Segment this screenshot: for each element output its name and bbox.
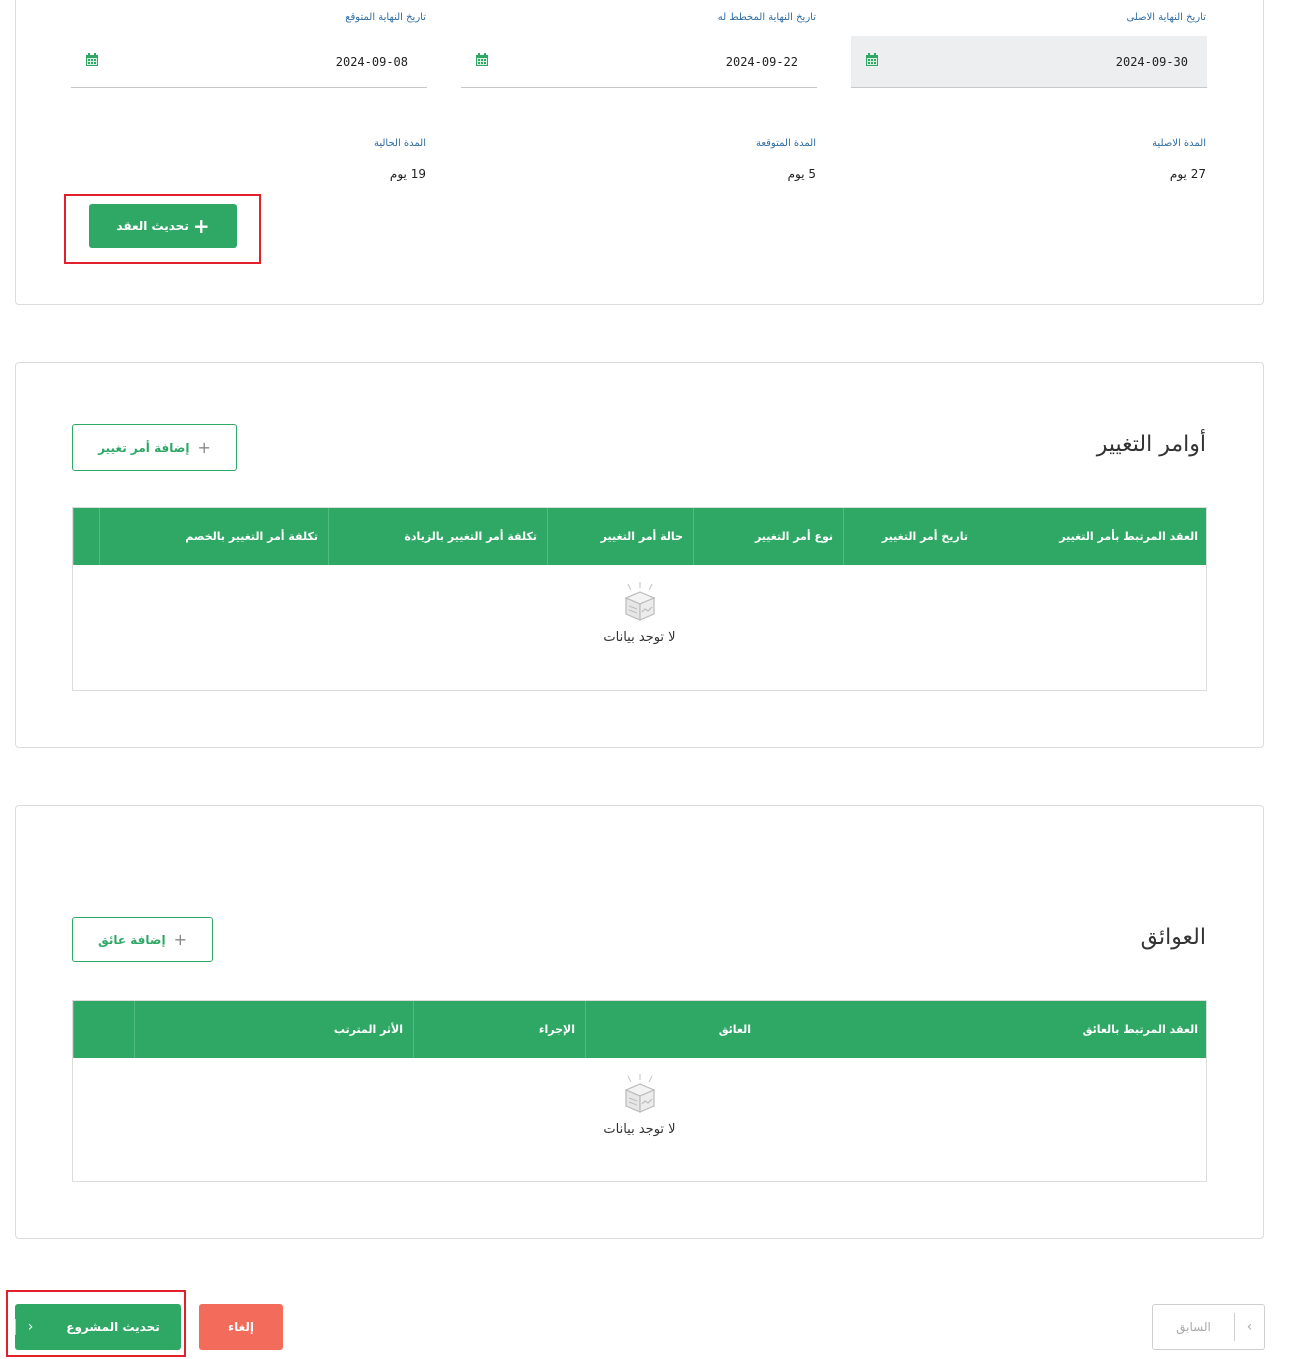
plus-icon: +: [173, 930, 187, 949]
add-obstacle-label: إضافة عائق: [98, 932, 166, 947]
expected-duration-label: المدة المتوقعة: [755, 138, 816, 149]
update-project-label: تحديث المشروع: [66, 1320, 160, 1334]
current-duration-label: المدة الحالية: [373, 138, 426, 149]
empty-box-icon: [623, 1074, 656, 1113]
previous-label: السابق: [1176, 1320, 1211, 1334]
add-obstacle-button[interactable]: + إضافة عائق: [72, 917, 213, 962]
column-header: العقد المرتبط بالعائق: [1082, 1023, 1198, 1036]
column-header: العقد المرتبط بأمر التغيير: [1059, 530, 1198, 543]
expected-duration-value: 5 يوم: [787, 167, 816, 181]
planned-end-date-field[interactable]: 2024-09-22: [461, 36, 817, 88]
previous-button[interactable]: السابق ‹: [1152, 1304, 1265, 1350]
add-change-order-label: إضافة أمر تغيير: [98, 440, 190, 455]
column-header: تاريخ أمر التغيير: [843, 508, 978, 565]
calendar-icon: [866, 53, 878, 66]
update-contract-label: تحديث العقد: [116, 219, 189, 233]
original-duration-value: 27 يوم: [1169, 167, 1206, 181]
calendar-icon[interactable]: [85, 53, 99, 67]
original-end-date-value: 2024-09-30: [1115, 55, 1188, 69]
column-header: العائق: [585, 1001, 761, 1058]
column-header: حالة أمر التغيير: [547, 508, 693, 565]
column-header: تكلفة أمر التغيير بالخصم: [99, 508, 328, 565]
cancel-label: إلغاء: [227, 1320, 255, 1334]
planned-end-label: تاريخ النهاية المخطط له: [717, 12, 816, 23]
add-change-order-button[interactable]: + إضافة أمر تغيير: [72, 424, 237, 471]
cancel-button[interactable]: إلغاء: [199, 1304, 283, 1350]
empty-box-icon: [623, 582, 656, 621]
empty-state-text: لا توجد بيانات: [603, 1122, 676, 1137]
update-project-button[interactable]: ‹ تحديث المشروع: [15, 1304, 181, 1350]
column-header: الإجراء: [413, 1001, 585, 1058]
change-orders-table: العقد المرتبط بأمر التغيير تاريخ أمر الت…: [72, 507, 1207, 691]
chevron-left-icon: ‹: [15, 1319, 45, 1335]
planned-end-date-value: 2024-09-22: [725, 55, 798, 69]
obstacles-table-header: العقد المرتبط بالعائق العائق الإجراء الأ…: [73, 1001, 1206, 1058]
change-orders-table-header: العقد المرتبط بأمر التغيير تاريخ أمر الت…: [73, 508, 1206, 565]
current-duration-value: 19 يوم: [389, 167, 426, 181]
plus-icon: +: [192, 214, 210, 238]
column-header-actions: [73, 508, 99, 565]
empty-state: لا توجد بيانات: [73, 1074, 1206, 1137]
change-orders-title: أوامر التغيير: [1096, 432, 1206, 457]
calendar-icon[interactable]: [475, 53, 489, 67]
original-end-date-field: 2024-09-30: [851, 36, 1207, 88]
column-header: تكلفة أمر التغيير بالزيادة: [328, 508, 547, 565]
column-header: الأثر المترتب: [134, 1001, 413, 1058]
update-contract-button[interactable]: + تحديث العقد: [89, 204, 237, 248]
expected-end-date-value: 2024-09-08: [335, 55, 408, 69]
obstacles-table: العقد المرتبط بالعائق العائق الإجراء الأ…: [72, 1000, 1207, 1182]
original-end-label: تاريخ النهاية الاصلى: [1126, 12, 1206, 23]
chevron-left-icon: ‹: [1234, 1313, 1264, 1341]
original-duration-label: المدة الاصلية: [1152, 138, 1206, 149]
obstacles-title: العوائق: [1140, 925, 1206, 950]
expected-end-date-field[interactable]: 2024-09-08: [71, 36, 427, 88]
expected-end-label: تاريخ النهاية المتوقع: [345, 12, 426, 23]
empty-state-text: لا توجد بيانات: [603, 630, 676, 645]
plus-icon: +: [197, 438, 211, 457]
empty-state: لا توجد بيانات: [73, 582, 1206, 645]
column-header-actions: [73, 1001, 134, 1058]
column-header: نوع أمر التغيير: [693, 508, 843, 565]
